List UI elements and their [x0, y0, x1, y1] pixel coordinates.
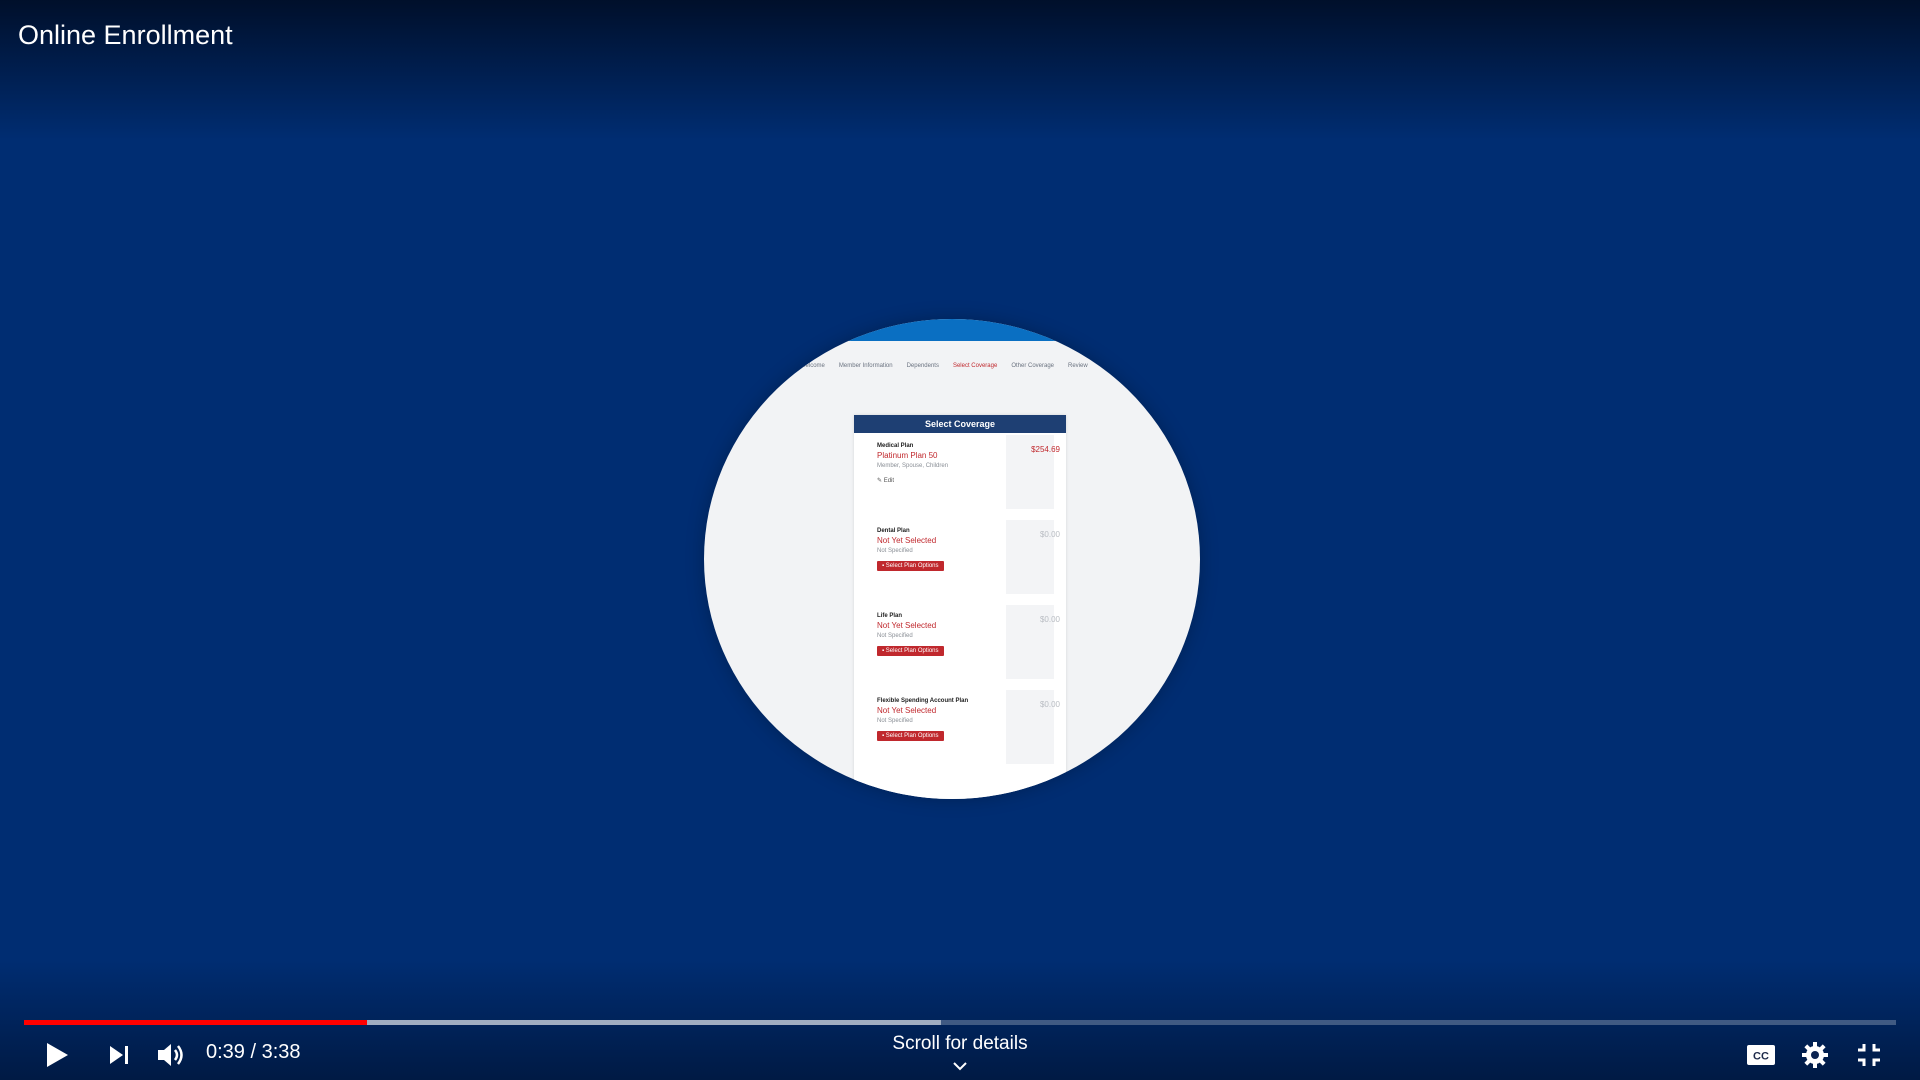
video-player[interactable]: Online Enrollment Welcome Member Informa…: [0, 0, 1920, 1080]
select-coverage-card: Select Coverage Medical Plan Platinum Pl…: [854, 415, 1066, 799]
gear-icon: [1802, 1042, 1828, 1068]
select-plan-options-button: ▪ Select Plan Options: [877, 731, 944, 741]
scroll-for-details[interactable]: Scroll for details: [860, 1033, 1060, 1055]
progress-played: [24, 1020, 367, 1025]
video-title[interactable]: Online Enrollment: [18, 20, 233, 51]
plan-dental: Dental Plan Not Yet Selected Not Specifi…: [854, 518, 1066, 603]
play-icon: [47, 1043, 68, 1067]
plan-price: $0.00: [1039, 530, 1060, 539]
plan-price: $254.69: [1031, 445, 1060, 454]
enrollment-steps: Welcome Member Information Dependents Se…: [800, 363, 1160, 369]
select-plan-options-button: ▪ Select Plan Options: [877, 561, 944, 571]
exit-fullscreen-icon: [1858, 1044, 1880, 1066]
next-icon: [110, 1046, 128, 1064]
step-review: Review: [1068, 363, 1088, 369]
next-button[interactable]: [99, 1035, 139, 1075]
progress-bar[interactable]: [24, 1020, 1896, 1025]
step-welcome: Welcome: [800, 363, 825, 369]
exit-fullscreen-button[interactable]: [1849, 1035, 1889, 1075]
captions-icon: CC: [1747, 1045, 1775, 1065]
enrollment-header-bar: [704, 319, 1200, 341]
plan-life: Life Plan Not Yet Selected Not Specified…: [854, 603, 1066, 688]
step-other-coverage: Other Coverage: [1011, 363, 1055, 369]
card-title: Select Coverage: [854, 415, 1066, 433]
select-plan-options-button: ▪ Select Plan Options: [877, 646, 944, 656]
step-member-information: Member Information: [838, 363, 893, 369]
settings-button[interactable]: [1795, 1035, 1835, 1075]
play-button[interactable]: [37, 1035, 77, 1075]
captions-button[interactable]: CC: [1741, 1035, 1781, 1075]
plan-medical: Medical Plan Platinum Plan 50 Member, Sp…: [854, 433, 1066, 518]
top-gradient: [0, 0, 1920, 140]
svg-text:CC: CC: [1753, 1051, 1769, 1063]
video-frame-lens: Welcome Member Information Dependents Se…: [704, 319, 1200, 799]
volume-button[interactable]: [152, 1035, 192, 1075]
step-select-coverage: Select Coverage: [952, 363, 998, 369]
step-dependents: Dependents: [906, 363, 939, 369]
plan-price: $0.00: [1039, 700, 1060, 709]
plan-price: $0.00: [1039, 615, 1060, 624]
chevron-down-icon[interactable]: [948, 1058, 972, 1074]
plan-fsa: Flexible Spending Account Plan Not Yet S…: [854, 688, 1066, 773]
volume-icon: [158, 1044, 183, 1066]
time-display: 0:39 / 3:38: [206, 1041, 301, 1063]
